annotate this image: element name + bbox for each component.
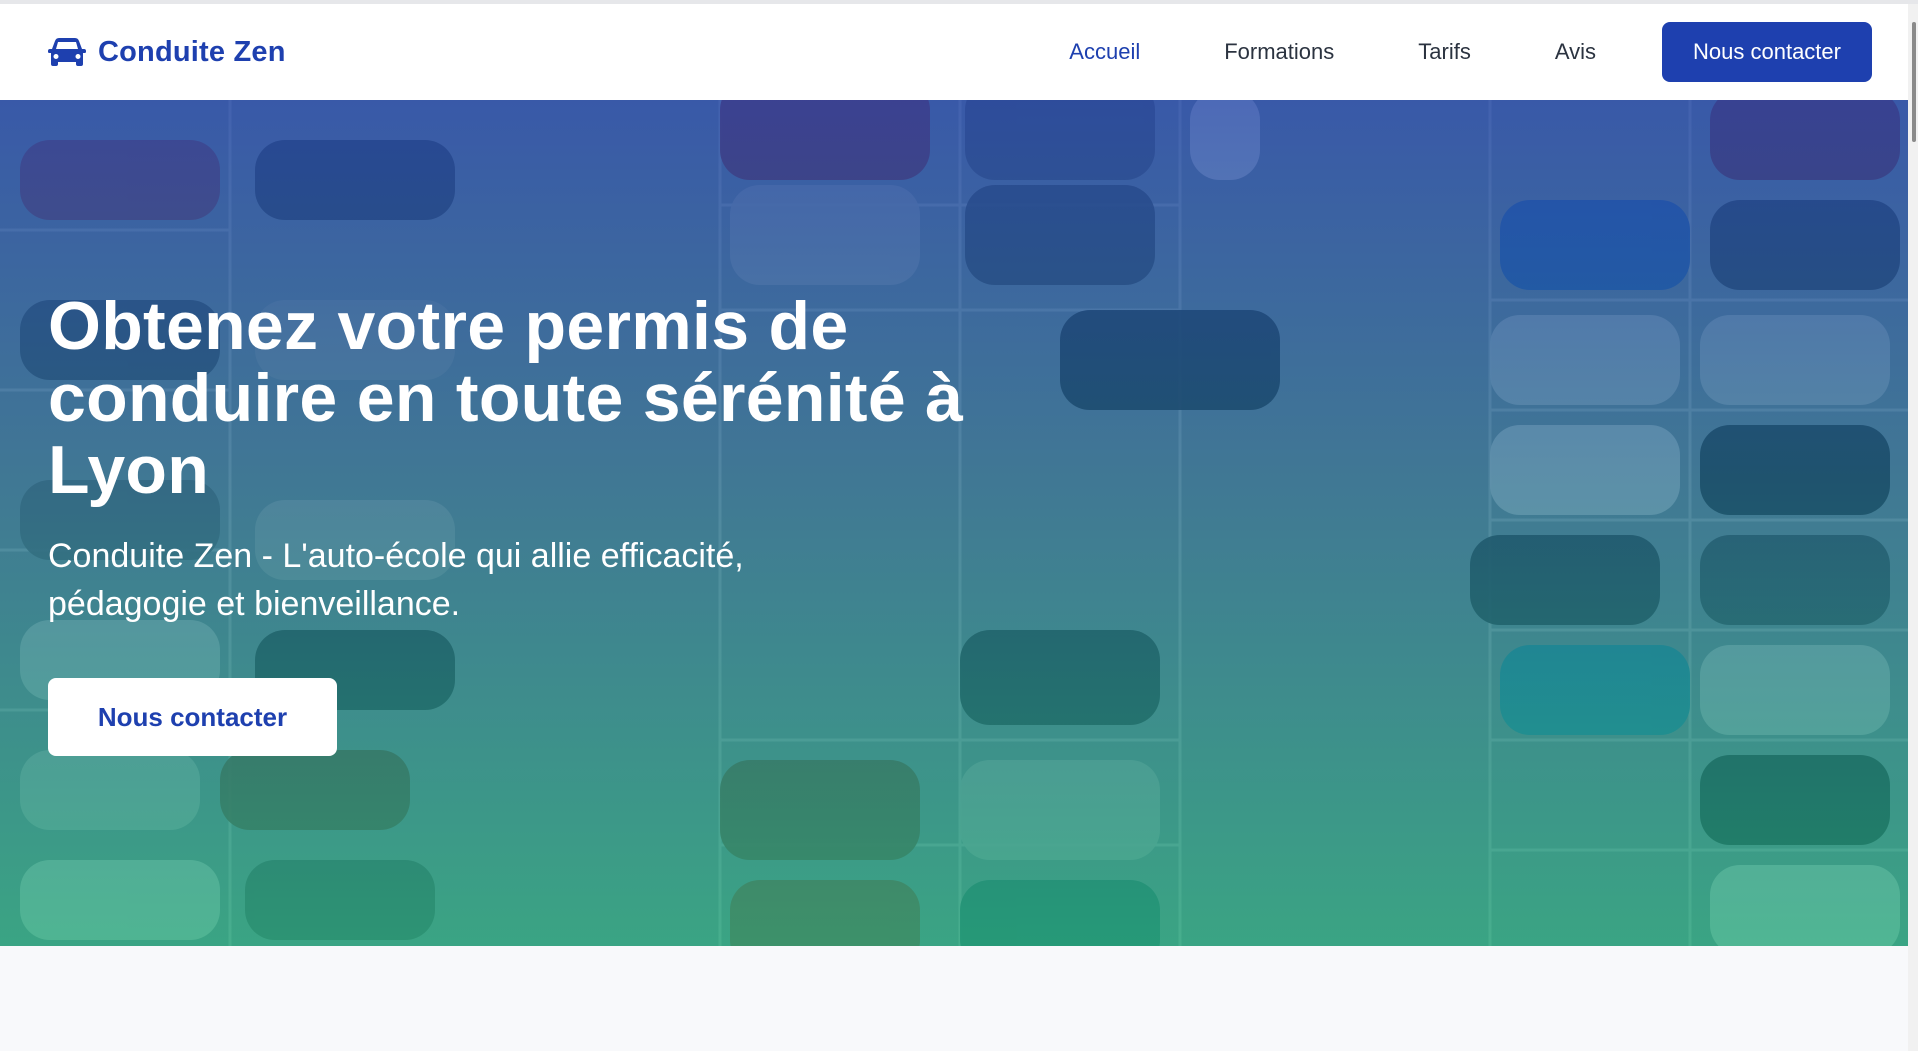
- hero-contact-button[interactable]: Nous contacter: [48, 678, 337, 756]
- car-icon: [48, 38, 86, 66]
- hero-title: Obtenez votre permis de conduire en tout…: [48, 288, 964, 508]
- hero-subtitle: Conduite Zen - L'auto-école qui allie ef…: [48, 537, 744, 623]
- scrollbar-thumb[interactable]: [1912, 22, 1916, 142]
- next-section-background: [0, 946, 1918, 1051]
- site-header: Conduite Zen Accueil Formations Tarifs A…: [0, 4, 1918, 100]
- nav-link-avis[interactable]: Avis: [1555, 39, 1596, 65]
- page-scrollbar[interactable]: [1908, 4, 1918, 1051]
- brand-name: Conduite Zen: [98, 35, 286, 68]
- hero-section: Obtenez votre permis de conduire en tout…: [0, 100, 1918, 946]
- main-nav: Accueil Formations Tarifs Avis Nous cont…: [1069, 22, 1872, 82]
- nav-contact-button[interactable]: Nous contacter: [1662, 22, 1872, 82]
- hero-content: Obtenez votre permis de conduire en tout…: [48, 290, 988, 756]
- nav-link-tarifs[interactable]: Tarifs: [1418, 39, 1471, 65]
- brand-logo-link[interactable]: Conduite Zen: [48, 36, 286, 69]
- nav-link-formations[interactable]: Formations: [1224, 39, 1334, 65]
- nav-link-accueil[interactable]: Accueil: [1069, 39, 1140, 65]
